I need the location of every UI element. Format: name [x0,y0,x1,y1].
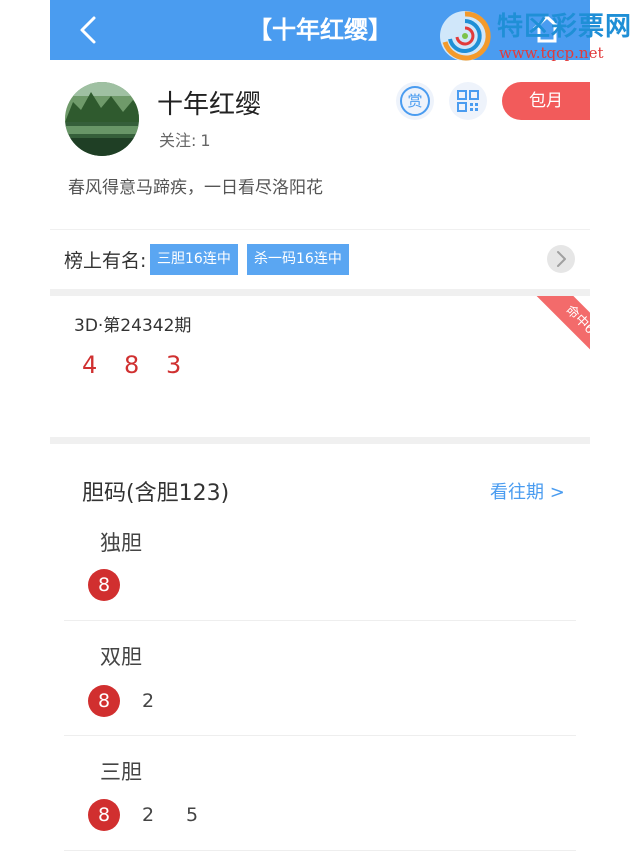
reward-icon: 赏 [400,86,430,116]
number: 2 [142,690,155,712]
follow-label: 关注: [159,131,197,150]
draw-number: 4 [82,351,98,379]
follow-value: 1 [200,131,211,150]
group-label: 双胆 [100,645,142,669]
qr-code-icon [457,90,479,112]
draw-number: 8 [124,351,140,379]
watermark-logo: 特区彩票网 www.tqcp.net [435,6,635,66]
qr-code-button[interactable] [449,82,487,120]
ranking-badge[interactable]: 杀一码16连中 [247,244,349,275]
draw-period: 3D·第24342期 [74,316,192,336]
section-gap [50,289,590,296]
danma-title: 胆码(含胆123) [82,481,230,506]
number: 5 [186,804,199,826]
page: 【十年红缨】 十年红缨 关注: 1 赏 包月 春风得意马蹄疾，一日看尽洛阳花 榜… [50,0,590,857]
ranking-more-button[interactable] [547,245,575,273]
user-name: 十年红缨 [157,90,262,120]
number: 2 [142,804,155,826]
swirl-logo-icon [440,11,491,61]
group-label: 独胆 [100,531,142,555]
subscribe-monthly-button[interactable]: 包月 [502,82,590,120]
hot-number-ball: 8 [88,685,120,717]
hit-ribbon: 命中6项 [490,296,590,376]
hot-number-ball: 8 [88,569,120,601]
draw-result-numbers: 483 [82,350,208,380]
watermark-name: 特区彩票网 [497,12,633,42]
divider [50,229,590,230]
group-label: 三胆 [100,760,142,784]
avatar[interactable] [65,82,139,156]
divider [64,735,576,736]
history-link[interactable]: 看往期 > [490,481,565,505]
reward-button[interactable]: 赏 [396,82,434,120]
hot-number-ball: 8 [88,799,120,831]
watermark-url: www.tqcp.net [499,44,604,62]
user-motto: 春风得意马蹄疾，一日看尽洛阳花 [68,178,323,198]
ranking-label: 榜上有名: [64,250,147,272]
avatar-landscape-image [65,82,139,156]
hit-ribbon-label: 命中6项 [525,296,590,376]
section-gap [50,437,590,444]
follow-count: 关注: 1 [159,131,211,151]
draw-number: 3 [166,351,182,379]
divider [64,850,576,851]
divider [64,620,576,621]
ranking-badge[interactable]: 三胆16连中 [150,244,238,275]
chevron-right-icon [557,251,566,267]
